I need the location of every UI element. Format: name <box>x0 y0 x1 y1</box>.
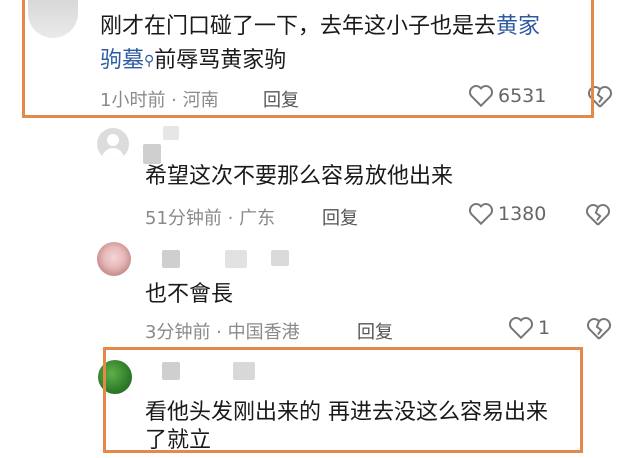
comment-3: 也不會長 3分钟前 · 中国香港 回复 1 <box>0 236 640 346</box>
avatar[interactable] <box>97 128 129 160</box>
username-blurred[interactable] <box>162 250 180 268</box>
timestamp-location: 3分钟前 · 中国香港 <box>145 322 300 343</box>
reply-button[interactable]: 回复 <box>322 204 358 230</box>
heart-icon <box>508 317 534 340</box>
reply-button[interactable]: 回复 <box>357 318 393 344</box>
broken-heart-icon[interactable] <box>585 203 611 227</box>
comment-text: 也不會長 <box>145 282 234 307</box>
comment-text: 希望这次不要那么容易放他出来 <box>145 164 454 189</box>
username-blurred <box>163 126 179 140</box>
like-button[interactable]: 1380 <box>468 202 546 226</box>
highlight-box-1 <box>22 0 594 118</box>
username-blurred <box>271 250 289 266</box>
broken-heart-icon[interactable] <box>586 317 612 341</box>
username-blurred <box>225 250 247 268</box>
highlight-box-2 <box>103 347 583 453</box>
like-button[interactable]: 1 <box>508 316 550 340</box>
heart-icon <box>468 203 494 226</box>
timestamp-location: 51分钟前 · 广东 <box>145 208 276 229</box>
comment-2: 希望这次不要那么容易放他出来 51分钟前 · 广东 回复 1380 <box>0 120 640 230</box>
like-count: 1 <box>538 317 551 339</box>
avatar[interactable] <box>97 242 131 276</box>
like-count: 1380 <box>498 203 547 225</box>
